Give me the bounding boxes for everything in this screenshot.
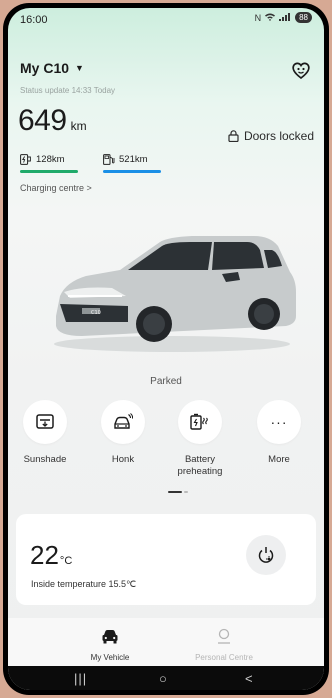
action-honk[interactable]: Honk [91, 400, 155, 466]
system-icons: N 88 [255, 12, 312, 23]
nav-personal-centre[interactable]: Personal Centre [164, 628, 284, 662]
action-battery-preheating[interactable]: Battery preheating [168, 400, 232, 478]
back-icon[interactable]: < [245, 671, 253, 686]
battery-range-value: 128km [36, 154, 65, 165]
nav-label: My Vehicle [90, 653, 130, 662]
nav-label: Personal Centre [195, 653, 253, 662]
action-sunshade[interactable]: Sunshade [13, 400, 77, 466]
battery-preheat-icon [190, 413, 208, 430]
phone-frame: 16:00 N 88 My C10 ▼ Status update 14:33 … [3, 3, 329, 695]
cabin-temperature: 22 °C [30, 540, 72, 571]
total-range: 649 km [18, 104, 87, 138]
battery-range-bar [20, 170, 78, 173]
action-label: Sunshade [23, 454, 67, 465]
status-bar: 16:00 N 88 [8, 8, 324, 30]
total-range-value: 649 [18, 104, 67, 137]
caret-down-icon: ▼ [75, 63, 84, 73]
honk-icon [114, 413, 133, 429]
door-status-label: Doors locked [243, 129, 314, 143]
temperature-unit: °C [59, 555, 73, 567]
home-icon[interactable]: ○ [159, 671, 167, 686]
battery-indicator: 88 [295, 12, 312, 23]
climate-power-button[interactable] [246, 535, 286, 575]
parking-state: Parked [150, 376, 182, 387]
recent-apps-icon[interactable]: ||| [74, 671, 87, 686]
charging-centre-link[interactable]: Charging centre > [20, 183, 92, 193]
more-icon: ··· [270, 414, 288, 430]
person-icon [218, 628, 230, 644]
status-update-text: Status update 14:33 Today [20, 86, 116, 95]
action-label: More [268, 454, 290, 465]
sunshade-icon [36, 414, 54, 429]
temperature-value: 22 [30, 540, 59, 570]
door-status[interactable]: Doors locked [228, 129, 314, 143]
fuel-pump-icon [103, 154, 115, 165]
heart-face-icon [292, 62, 310, 80]
signal-icon [279, 12, 291, 23]
page-indicator [184, 491, 188, 493]
system-navigation-bar: ||| ○ < [8, 666, 324, 690]
vehicle-badge: C10 [91, 310, 101, 316]
wifi-icon [265, 13, 276, 23]
page-indicator-active [168, 491, 182, 493]
voice-assistant-button[interactable] [288, 57, 314, 83]
total-range-unit: km [70, 119, 87, 133]
fuel-range-value: 521km [119, 154, 148, 165]
vehicle-selector[interactable]: My C10 ▼ [20, 60, 84, 76]
fuel-range-bar [103, 170, 161, 173]
action-label: Honk [111, 454, 135, 465]
vehicle-image: C10 [54, 236, 296, 352]
inside-temperature: Inside temperature 15.5℃ [31, 579, 137, 589]
lock-icon [228, 130, 239, 142]
fuel-range: 521km [103, 154, 148, 165]
battery-range: 128km [20, 154, 65, 165]
action-label: Battery preheating [177, 454, 223, 477]
action-more[interactable]: ··· More [247, 400, 311, 466]
climate-power-icon [258, 547, 274, 563]
app-screen: 16:00 N 88 My C10 ▼ Status update 14:33 … [8, 8, 324, 690]
nfc-icon: N [254, 12, 262, 23]
vehicle-name: My C10 [20, 60, 70, 76]
battery-plug-icon [20, 154, 31, 165]
status-time: 16:00 [20, 14, 48, 26]
car-icon [102, 630, 118, 644]
nav-my-vehicle[interactable]: My Vehicle [50, 628, 170, 662]
